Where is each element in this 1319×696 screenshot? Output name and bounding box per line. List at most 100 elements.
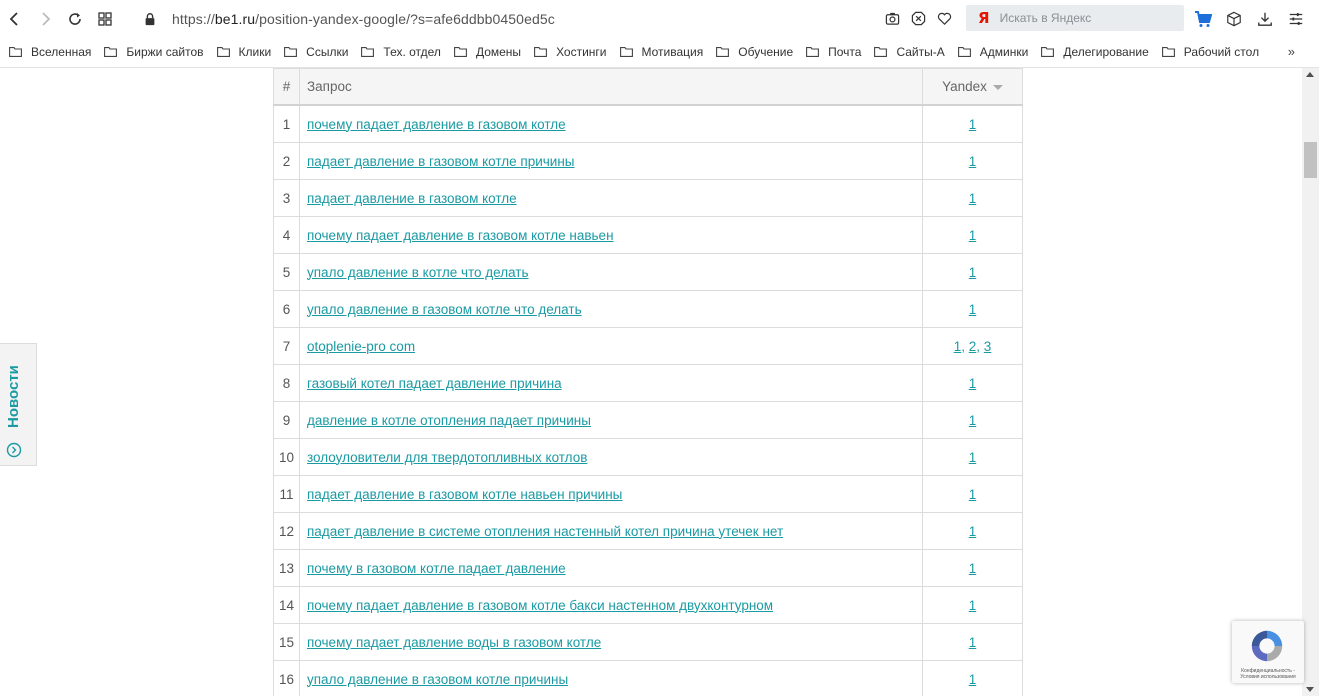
lock-icon[interactable] <box>142 12 158 26</box>
bookmark-folder[interactable]: Тех. отдел <box>361 45 441 59</box>
table-row: 8 газовый котел падает давление причина 1 <box>273 364 1023 402</box>
page-content: # Запрос Yandex 1 почему падает давление … <box>0 68 1302 696</box>
position-link[interactable]: 1 <box>969 450 977 465</box>
position-link[interactable]: 1 <box>969 635 977 650</box>
query-cell: падает давление в системе отопления наст… <box>299 512 923 550</box>
query-link[interactable]: падает давление в газовом котле навьен п… <box>307 487 622 502</box>
bookmark-folder[interactable]: Рабочий стол <box>1161 45 1259 59</box>
bookmark-folder[interactable]: Клики <box>216 45 271 59</box>
bookmark-folder[interactable]: Почта <box>806 45 861 59</box>
position-link[interactable]: 1 <box>969 302 977 317</box>
position-link[interactable]: 1 <box>969 191 977 206</box>
position-link[interactable]: 1 <box>969 265 977 280</box>
yandex-search-input[interactable]: Я Искать в Яндекс <box>966 5 1184 31</box>
bookmark-folder[interactable]: Биржи сайтов <box>104 45 204 59</box>
column-header-yandex[interactable]: Yandex <box>922 68 1023 106</box>
bookmark-label: Обучение <box>738 45 794 59</box>
reload-button[interactable] <box>60 0 90 37</box>
camera-icon[interactable] <box>884 10 900 26</box>
position-link[interactable]: 1 <box>969 561 977 576</box>
scrollbar-thumb[interactable] <box>1304 142 1317 178</box>
url-path: /position-yandex-google/?s=afe6ddbb0450e… <box>255 10 555 27</box>
query-link[interactable]: почему падает давление в газовом котле н… <box>307 228 614 243</box>
yandex-position-cell: 1 <box>922 438 1023 476</box>
scroll-down-icon[interactable] <box>1306 687 1314 692</box>
query-link[interactable]: золоуловители для твердотопливных котлов <box>307 450 587 465</box>
heart-icon[interactable] <box>936 10 952 26</box>
position-link[interactable]: 1 <box>969 117 977 132</box>
query-link[interactable]: otoplenie-pro com <box>307 339 415 354</box>
query-cell: падает давление в газовом котле <box>299 179 923 217</box>
query-link[interactable]: падает давление в газовом котле <box>307 191 517 206</box>
position-separator: , <box>961 338 969 354</box>
bookmark-folder[interactable]: Делегирование <box>1041 45 1149 59</box>
bookmark-folder[interactable]: Хостинги <box>534 45 607 59</box>
query-link[interactable]: падает давление в системе отопления наст… <box>307 524 783 539</box>
query-link[interactable]: почему падает давление в газовом котле <box>307 117 566 132</box>
yandex-position-cell: 1 <box>922 142 1023 180</box>
folder-icon <box>9 47 22 57</box>
query-cell: почему в газовом котле падает давление <box>299 549 923 587</box>
query-link[interactable]: почему падает давление воды в газовом ко… <box>307 635 601 650</box>
back-button[interactable] <box>0 0 30 37</box>
bookmark-label: Мотивация <box>641 45 704 59</box>
position-link[interactable]: 1 <box>969 154 977 169</box>
scroll-up-icon[interactable] <box>1306 72 1314 77</box>
query-link[interactable]: давление в котле отопления падает причин… <box>307 413 591 428</box>
column-header-query[interactable]: Запрос <box>299 68 923 106</box>
position-link[interactable]: 1 <box>969 524 977 539</box>
position-link[interactable]: 1 <box>969 228 977 243</box>
folder-icon <box>534 47 548 57</box>
download-icon[interactable] <box>1256 10 1274 28</box>
query-cell: упало давление в газовом котле причины <box>299 660 923 696</box>
query-link[interactable]: почему в газовом котле падает давление <box>307 561 566 576</box>
row-number: 15 <box>273 623 300 661</box>
bookmark-folder[interactable]: Обучение <box>716 45 793 59</box>
settings-menu-icon[interactable] <box>1287 10 1305 28</box>
position-link[interactable]: 1 <box>969 413 977 428</box>
query-link[interactable]: почему падает давление в газовом котле б… <box>307 598 773 613</box>
yandex-position-cell: 1 <box>922 549 1023 587</box>
bookmark-folder[interactable]: Мотивация <box>619 45 704 59</box>
address-bar[interactable]: https://be1.ru/position-yandex-google/?s… <box>172 11 862 27</box>
adblock-icon[interactable] <box>910 10 926 26</box>
query-link[interactable]: упало давление в газовом котле причины <box>307 672 568 687</box>
box-icon[interactable] <box>1225 10 1243 28</box>
row-number: 9 <box>273 401 300 439</box>
query-link[interactable]: упало давление в котле что делать <box>307 265 529 280</box>
bookmark-folder[interactable]: Админки <box>957 45 1028 59</box>
yandex-position-cell: 1 <box>922 512 1023 550</box>
query-link[interactable]: падает давление в газовом котле причины <box>307 154 574 169</box>
recaptcha-badge[interactable]: Конфиденциальность - Условия использован… <box>1232 621 1304 683</box>
tabs-grid-button[interactable] <box>90 0 120 37</box>
position-link[interactable]: 1 <box>969 376 977 391</box>
bookmark-folder[interactable]: Вселенная <box>9 45 91 59</box>
news-side-tab[interactable]: Новости <box>0 343 37 466</box>
position-link[interactable]: 1 <box>969 487 977 502</box>
forward-button[interactable] <box>30 0 60 37</box>
folder-icon <box>1161 47 1175 57</box>
vertical-scrollbar[interactable] <box>1302 68 1319 696</box>
row-number: 6 <box>273 290 300 328</box>
position-link[interactable]: 3 <box>984 339 992 354</box>
row-number: 10 <box>273 438 300 476</box>
sort-arrow-icon[interactable] <box>992 84 1003 90</box>
chevron-circle-icon <box>6 442 22 458</box>
folder-icon <box>1041 47 1055 57</box>
yandex-logo: Я <box>978 9 990 27</box>
bookmark-folder[interactable]: Домены <box>453 45 521 59</box>
position-link[interactable]: 1 <box>969 672 977 687</box>
bookmarks-more-button[interactable]: » <box>1288 44 1295 59</box>
bookmark-folder[interactable]: Сайты-А <box>874 45 945 59</box>
query-link[interactable]: газовый котел падает давление причина <box>307 376 562 391</box>
column-header-yandex-label: Yandex <box>942 79 987 94</box>
table-row: 11 падает давление в газовом котле навьен… <box>273 475 1023 513</box>
bookmark-label: Сайты-А <box>896 45 945 59</box>
bookmark-folder[interactable]: Ссылки <box>284 45 348 59</box>
row-number: 12 <box>273 512 300 550</box>
cart-icon[interactable] <box>1194 10 1212 28</box>
query-link[interactable]: упало давление в газовом котле что делат… <box>307 302 582 317</box>
yandex-position-cell: 1 <box>922 216 1023 254</box>
position-link[interactable]: 1 <box>969 598 977 613</box>
query-cell: упало давление в котле что делать <box>299 253 923 291</box>
